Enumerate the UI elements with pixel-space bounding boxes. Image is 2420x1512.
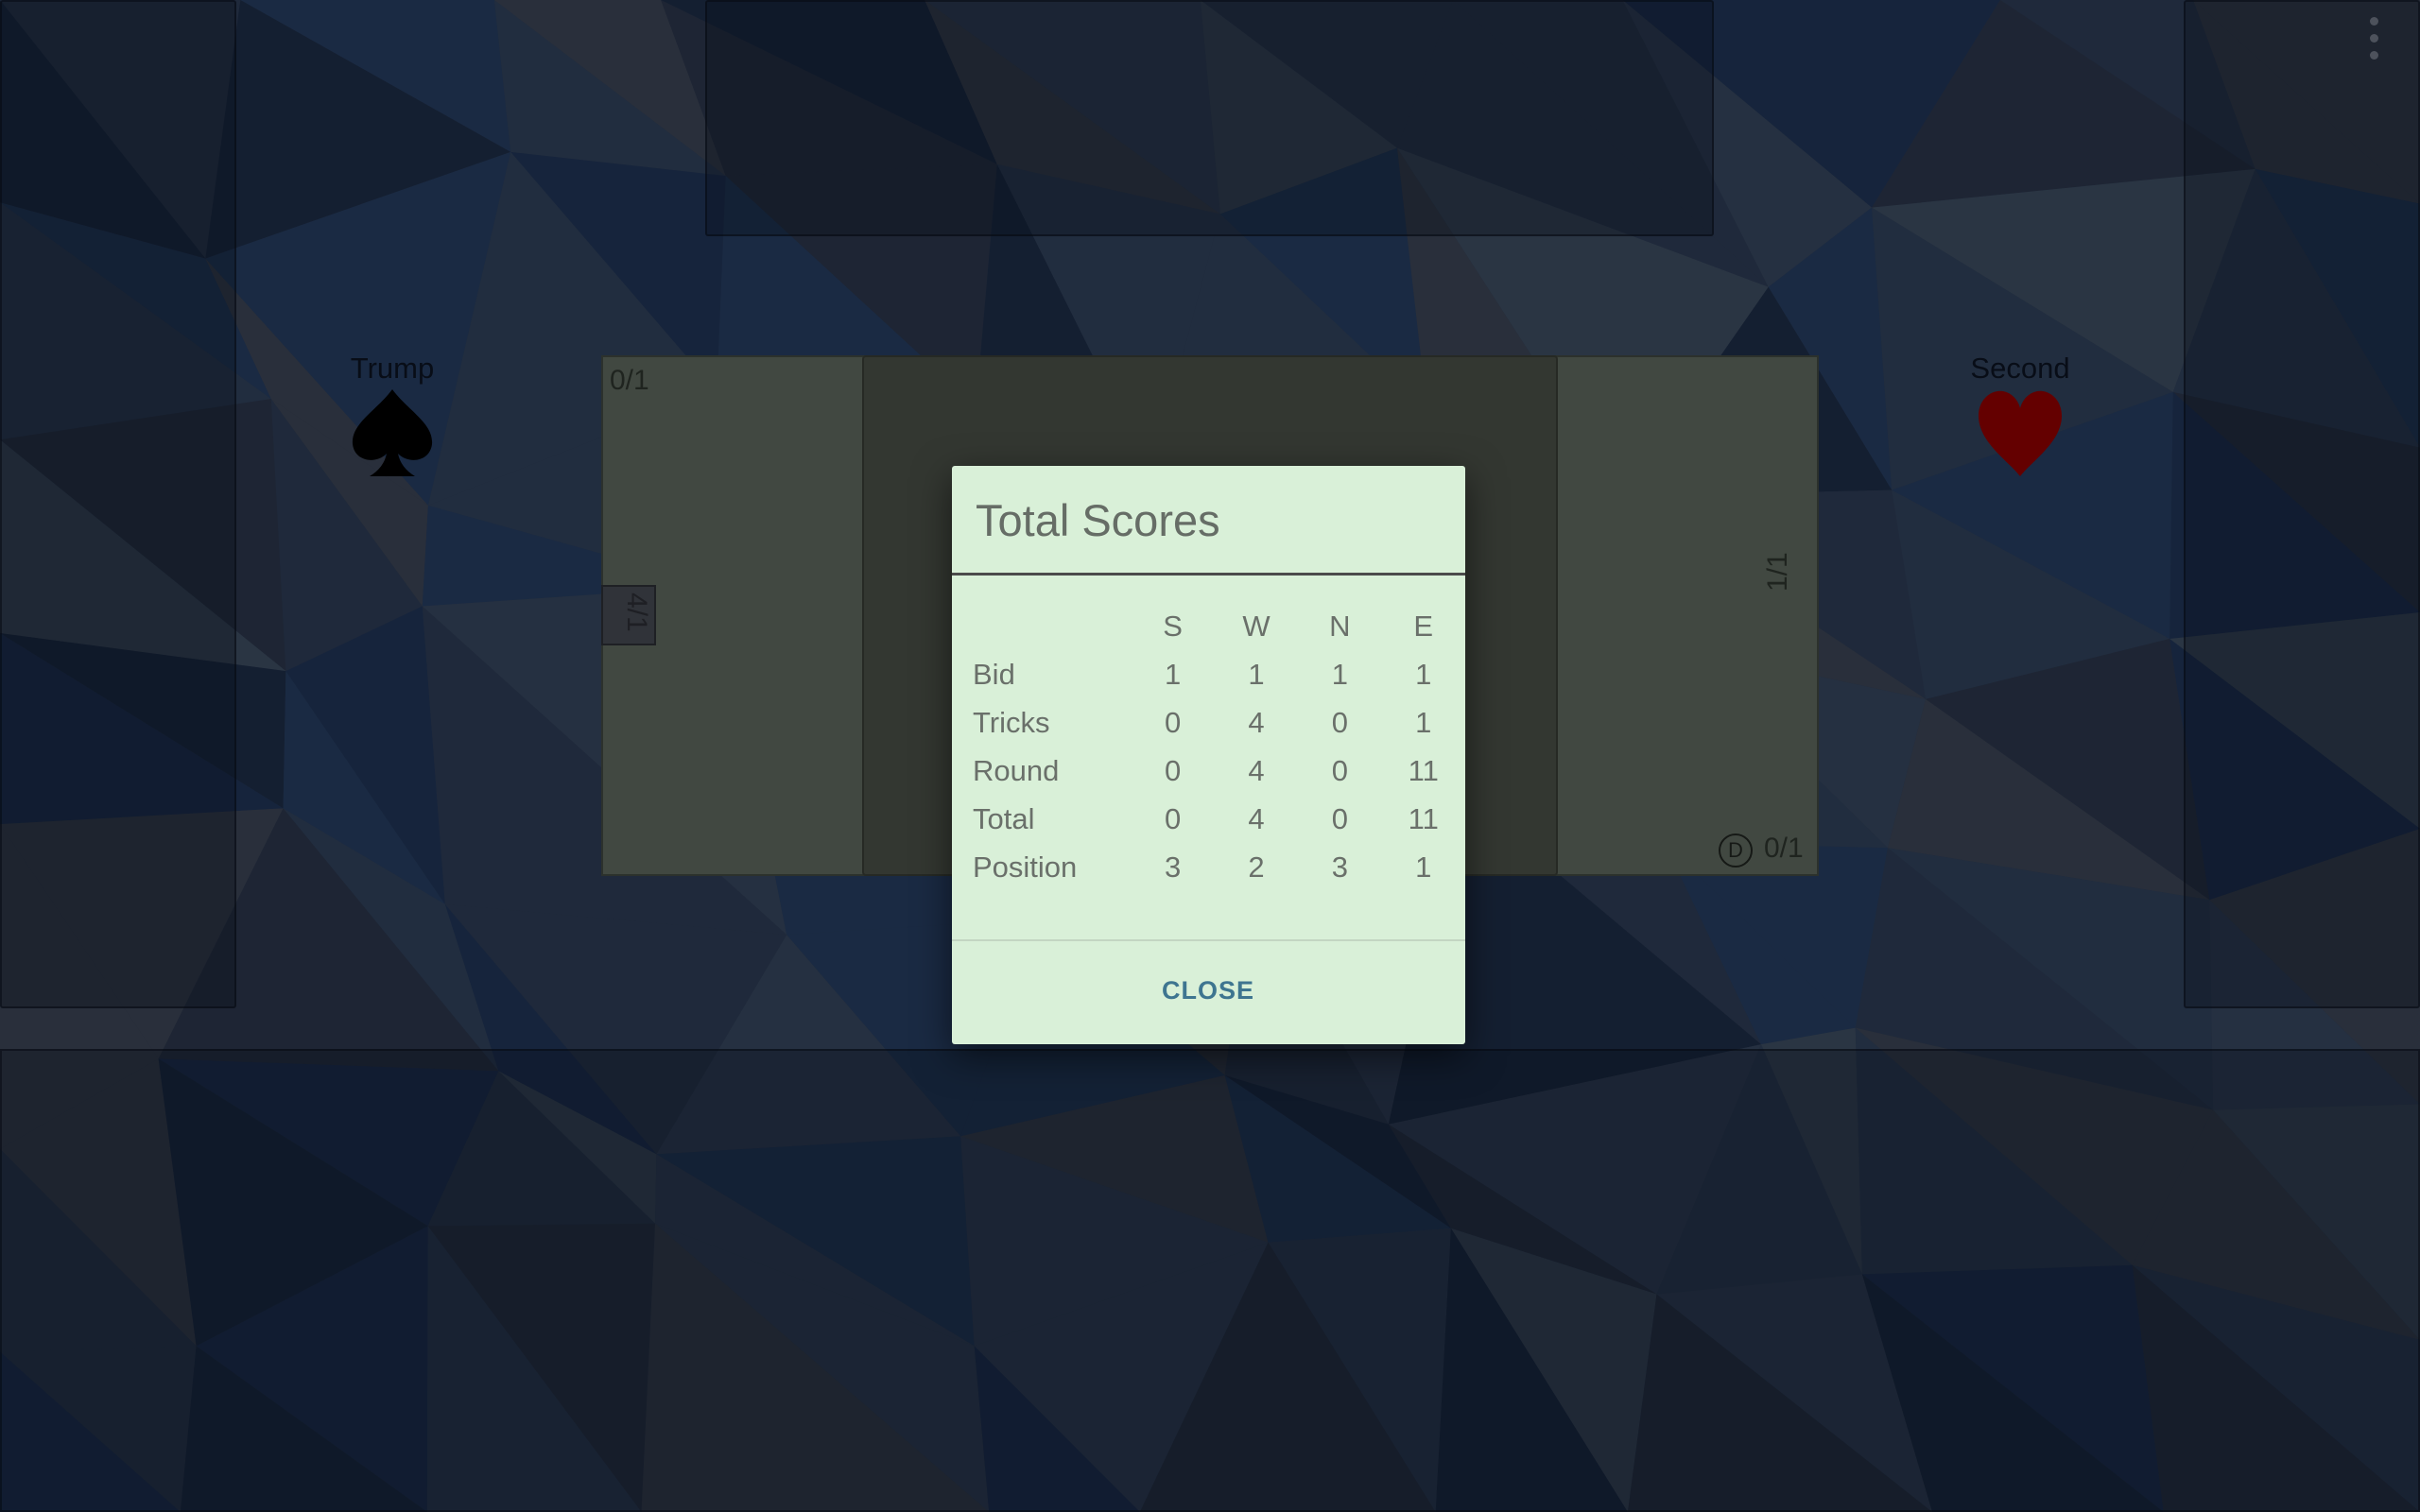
- scores-table: S W N E Bid 1 1 1 1 Tricks 0 4 0 1 Round…: [973, 602, 1465, 891]
- table-cell: 1: [1415, 705, 1432, 739]
- table-cell: 11: [1408, 801, 1439, 835]
- table-header-row: S W N E: [973, 602, 1465, 650]
- total-scores-dialog: Total Scores S W N E Bid 1 1 1 1 Tricks …: [952, 466, 1465, 1044]
- actions-divider: [952, 939, 1465, 941]
- title-divider: [952, 573, 1465, 576]
- table-cell: 0: [1164, 753, 1182, 787]
- table-cell: 1: [1331, 657, 1348, 691]
- table-cell: 3: [1331, 850, 1348, 884]
- game-screen: 0/1 1/1 4/1 D 0/1 Trump Second Total Sco…: [0, 0, 2420, 1512]
- table-cell: 11: [1408, 753, 1439, 787]
- table-cell: 4: [1248, 705, 1265, 739]
- row-label: Tricks: [973, 705, 1050, 739]
- column-header: N: [1329, 609, 1351, 643]
- table-cell: 3: [1164, 850, 1182, 884]
- table-cell: 2: [1248, 850, 1265, 884]
- table-cell: 1: [1248, 657, 1265, 691]
- table-row: Tricks 0 4 0 1: [973, 698, 1465, 747]
- row-label: Total: [973, 801, 1035, 835]
- table-cell: 1: [1415, 850, 1432, 884]
- table-cell: 0: [1164, 801, 1182, 835]
- table-row: Total 0 4 0 11: [973, 795, 1465, 843]
- table-cell: 4: [1248, 801, 1265, 835]
- table-cell: 0: [1331, 801, 1348, 835]
- table-cell: 0: [1164, 705, 1182, 739]
- header-spacer: [973, 602, 1131, 650]
- row-label: Position: [973, 850, 1078, 884]
- row-label: Round: [973, 753, 1060, 787]
- table-row: Position 3 2 3 1: [973, 843, 1465, 891]
- column-header: E: [1413, 609, 1434, 643]
- table-row: Bid 1 1 1 1: [973, 650, 1465, 698]
- table-cell: 0: [1331, 753, 1348, 787]
- table-cell: 0: [1331, 705, 1348, 739]
- row-label: Bid: [973, 657, 1015, 691]
- table-cell: 1: [1164, 657, 1182, 691]
- table-row: Round 0 4 0 11: [973, 747, 1465, 795]
- table-cell: 4: [1248, 753, 1265, 787]
- table-cell: 1: [1415, 657, 1432, 691]
- column-header: S: [1163, 609, 1183, 643]
- dialog-title: Total Scores: [976, 495, 1220, 545]
- close-button[interactable]: CLOSE: [1114, 964, 1303, 1017]
- column-header: W: [1242, 609, 1270, 643]
